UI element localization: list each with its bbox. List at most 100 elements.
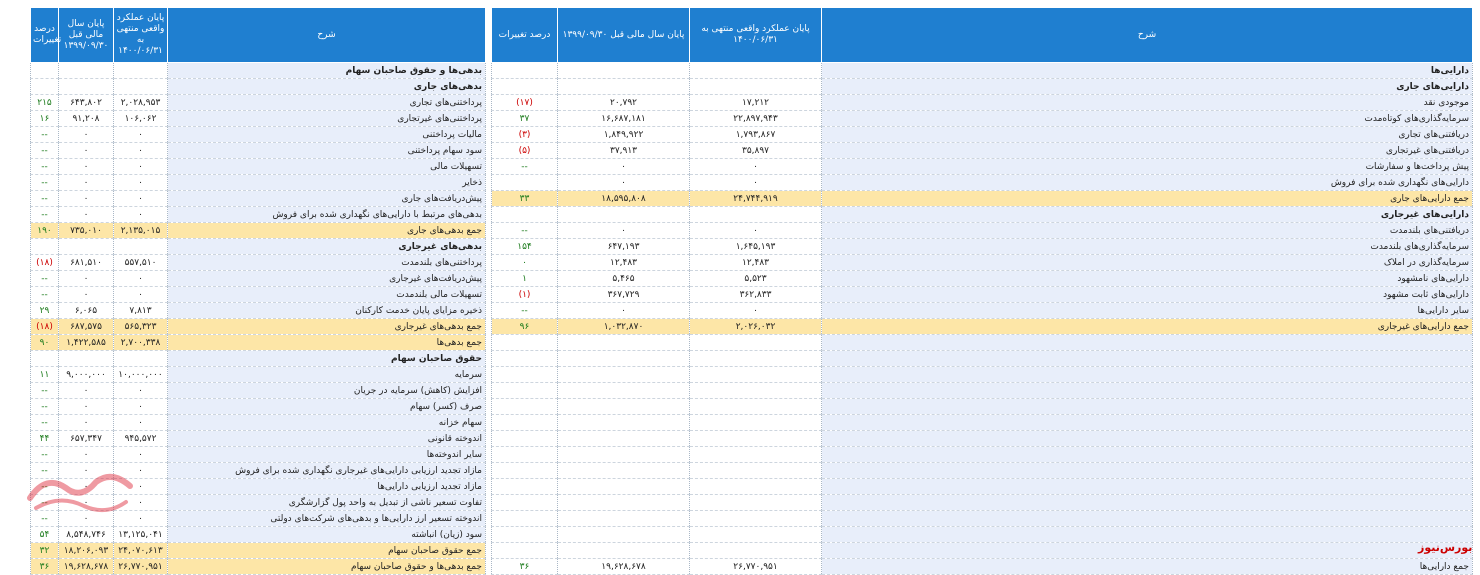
prior-cell	[557, 542, 690, 559]
current-cell: ۳۶۲,۸۳۳	[689, 286, 822, 303]
desc-cell: صرف (کسر) سهام	[167, 398, 486, 415]
change-cell: (۵)	[491, 142, 558, 159]
table-row	[491, 414, 1473, 431]
change-cell: --	[30, 142, 59, 159]
current-cell	[113, 238, 168, 255]
current-cell	[689, 398, 822, 415]
desc-cell: دریافتنی‌های بلندمدت	[821, 222, 1473, 239]
current-cell	[689, 430, 822, 447]
change-cell: ۱۶	[30, 110, 59, 127]
desc-cell	[821, 446, 1473, 463]
desc-cell: سایر اندوخته‌ها	[167, 446, 486, 463]
current-cell: ۲۴,۰۷۰,۶۱۳	[113, 542, 168, 559]
table-row	[491, 526, 1473, 543]
desc-cell: پرداختنی‌های غیرتجاری	[167, 110, 486, 127]
current-cell: ۳۵,۸۹۷	[689, 142, 822, 159]
change-cell	[491, 446, 558, 463]
brand-label: بورس‌نیوز	[1418, 541, 1473, 554]
change-cell	[491, 174, 558, 191]
change-cell: --	[491, 158, 558, 175]
prior-cell: ۳۶۷,۷۲۹	[557, 286, 690, 303]
header-prior: پایان سال مالی قبل ۱۳۹۹/۰۹/۳۰	[557, 7, 690, 63]
table-row: ۳۲ ۱۸,۲۰۶,۰۹۳ ۲۴,۰۷۰,۶۱۳ جمع حقوق صاحبان سه…	[30, 542, 486, 559]
desc-cell: بدهی‌های جاری	[167, 78, 486, 95]
prior-cell: ۰	[58, 414, 114, 431]
prior-cell	[557, 62, 690, 79]
change-cell: --	[30, 398, 59, 415]
table-row: ۰ ۰ دارایی‌های نگهداری شده برای فروش	[491, 174, 1473, 191]
change-cell	[30, 350, 59, 367]
desc-cell	[821, 398, 1473, 415]
desc-cell: حقوق صاحبان سهام	[167, 350, 486, 367]
table-row	[491, 510, 1473, 527]
prior-cell: ۱,۴۲۲,۵۸۵	[58, 334, 114, 351]
current-cell: ۵,۵۲۳	[689, 270, 822, 287]
change-cell: (۱)	[491, 286, 558, 303]
table-row: ۹۰ ۱,۴۲۲,۵۸۵ ۲,۷۰۰,۳۳۸ جمع بدهی‌ها	[30, 334, 486, 351]
change-cell: --	[30, 446, 59, 463]
change-cell: ۱۵۴	[491, 238, 558, 255]
desc-cell: بدهی‌های غیرجاری	[167, 238, 486, 255]
change-cell: --	[30, 206, 59, 223]
prior-cell: ۳۷,۹۱۳	[557, 142, 690, 159]
table-row: ۳۷ ۱۶,۶۸۷,۱۸۱ ۲۲,۸۹۷,۹۴۳ سرمایه‌گذاری‌های ک…	[491, 110, 1473, 127]
current-cell: ۰	[113, 446, 168, 463]
change-cell: ۳۳	[491, 190, 558, 207]
table-row: ۳۳ ۱۸,۵۹۵,۸۰۸ ۲۴,۷۴۴,۹۱۹ جمع دارایی‌های جار…	[491, 190, 1473, 207]
table-row: دارایی‌ها	[491, 62, 1473, 79]
prior-cell: ۰	[58, 286, 114, 303]
desc-cell: دارایی‌های نامشهود	[821, 270, 1473, 287]
prior-cell: ۰	[58, 142, 114, 159]
desc-cell: جمع بدهی‌های جاری	[167, 222, 486, 239]
table-row: دارایی‌های جاری	[491, 78, 1473, 95]
desc-cell: جمع دارایی‌های جاری	[821, 190, 1473, 207]
current-cell: ۲,۰۲۸,۹۵۳	[113, 94, 168, 111]
current-cell: ۲,۰۲۶,۰۳۲	[689, 318, 822, 335]
change-cell: ۳۷	[491, 110, 558, 127]
prior-cell: ۰	[557, 302, 690, 319]
change-cell	[491, 462, 558, 479]
table-row: ۱ ۵,۴۶۵ ۵,۵۲۳ دارایی‌های نامشهود	[491, 270, 1473, 287]
table-row: -- ۰ ۰ مالیات پرداختنی	[30, 126, 486, 143]
table-row: (۱۷) ۲۰,۷۹۲ ۱۷,۲۱۲ موجودی نقد	[491, 94, 1473, 111]
table-row: -- ۰ ۰ بدهی‌های مرتبط با دارایی‌های نگهداری…	[30, 206, 486, 223]
change-cell: (۳)	[491, 126, 558, 143]
table-row: (۱) ۳۶۷,۷۲۹ ۳۶۲,۸۳۳ دارایی‌های ثابت مشهود	[491, 286, 1473, 303]
prior-cell: ۹۱,۲۰۸	[58, 110, 114, 127]
prior-cell	[557, 462, 690, 479]
change-cell	[491, 414, 558, 431]
table-row: ۱۹۰ ۷۳۵,۰۱۰ ۲,۱۳۵,۰۱۵ جمع بدهی‌های جاری	[30, 222, 486, 239]
desc-cell: سهام خزانه	[167, 414, 486, 431]
desc-cell	[821, 350, 1473, 367]
current-cell: ۰	[689, 174, 822, 191]
table-row: -- ۰ ۰ افزایش (کاهش) سرمایه در جریان	[30, 382, 486, 399]
change-cell	[491, 78, 558, 95]
assets-body: دارایی‌ها دارایی‌های جاری (۱۷) ۲۰,۷۹۲ ۱۷,۲۱۲…	[491, 62, 1473, 575]
change-cell: ۳۲	[30, 542, 59, 559]
desc-cell: پیش پرداخت‌ها و سفارشات	[821, 158, 1473, 175]
prior-cell	[557, 78, 690, 95]
current-cell: ۰	[113, 206, 168, 223]
current-cell	[689, 462, 822, 479]
current-cell	[113, 62, 168, 79]
change-cell: --	[30, 414, 59, 431]
change-cell: (۱۸)	[30, 318, 59, 335]
table-row: -- ۰ ۰ پیش‌دریافت‌های غیرجاری	[30, 270, 486, 287]
desc-cell: دریافتنی‌های تجاری	[821, 126, 1473, 143]
prior-cell	[557, 494, 690, 511]
prior-cell: ۶۴۷,۱۹۳	[557, 238, 690, 255]
current-cell: ۲,۷۰۰,۳۳۸	[113, 334, 168, 351]
current-cell	[689, 510, 822, 527]
prior-cell: ۰	[58, 270, 114, 287]
change-cell: --	[30, 270, 59, 287]
table-row: بدهی‌های جاری	[30, 78, 486, 95]
desc-cell	[821, 366, 1473, 383]
table-row: -- ۰ ۰ صرف (کسر) سهام	[30, 398, 486, 415]
current-cell: ۲۴,۷۴۴,۹۱۹	[689, 190, 822, 207]
desc-cell: مازاد تجدید ارزیابی دارایی‌ها	[167, 478, 486, 495]
prior-cell: ۰	[557, 222, 690, 239]
change-cell	[491, 366, 558, 383]
current-cell	[689, 542, 822, 559]
prior-cell	[557, 510, 690, 527]
table-row: بدهی‌های غیرجاری	[30, 238, 486, 255]
